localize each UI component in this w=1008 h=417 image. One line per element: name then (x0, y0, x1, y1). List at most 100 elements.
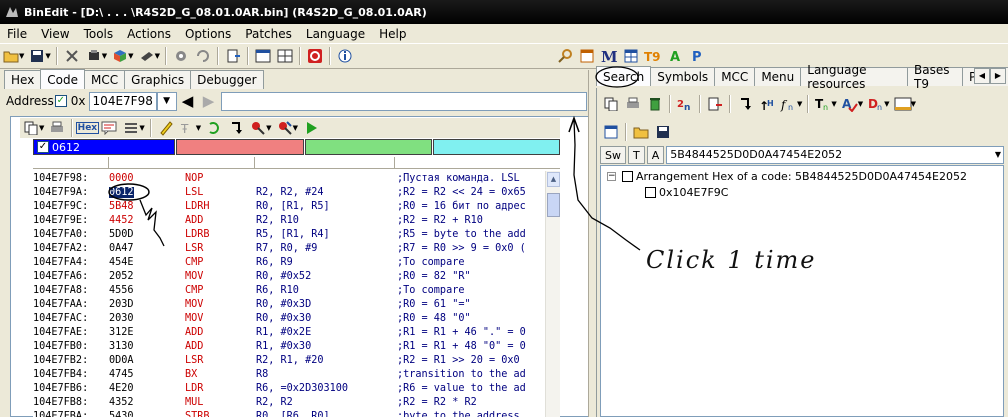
address-input[interactable]: 104E7F98 (88, 91, 157, 111)
listing-row[interactable]: 104E7FB2: 0D0A LSR R2, R1, #20 ;R2 = R1 >> 2… (33, 353, 545, 367)
scrollbar-thumb[interactable] (547, 193, 560, 217)
calendar-icon[interactable] (600, 121, 622, 143)
tab-mcc[interactable]: MCC (84, 70, 126, 89)
listing-row[interactable]: 104E7FA2: 0A47 LSR R7, R0, #9 ;R7 = R0 >> 9 … (33, 241, 545, 255)
jump-icon[interactable] (225, 117, 247, 139)
tree-root-node[interactable]: − Arrangement Hex of a code: 5B4844525D0… (607, 170, 967, 183)
patch-icon[interactable] (170, 45, 192, 67)
jump-icon[interactable] (734, 93, 756, 115)
tab-graphics[interactable]: Graphics (124, 70, 192, 89)
listing-scrollbar[interactable]: ▲ (545, 171, 560, 417)
hex-mode-icon[interactable]: Hex (75, 117, 100, 139)
m-icon[interactable]: M (598, 45, 620, 67)
listing-row[interactable]: 104E7FB0: 3130 ADD R1, #0x30 ;R1 = R1 + 48 "… (33, 339, 545, 353)
copy-icon[interactable] (600, 93, 622, 115)
listing-row[interactable]: 104E7F9A: 0612 LSL R2, R2, #24 ;R2 = R2 << 2… (33, 185, 545, 199)
listing-row[interactable]: 104E7F98: 0000 NOP ;Пустая команда. LSL (33, 171, 545, 185)
color-swatch-red[interactable] (176, 139, 304, 155)
chevron-down-icon[interactable]: ▼ (39, 124, 44, 132)
chevron-down-icon[interactable]: ▼ (858, 100, 863, 108)
hex-up-icon[interactable]: ↑ H (756, 93, 778, 115)
menu-tools[interactable]: Tools (77, 27, 121, 41)
pencil-icon[interactable] (155, 117, 177, 139)
menu-patches[interactable]: Patches (238, 27, 299, 41)
search-input[interactable]: 5B4844525D0D0A47454E2052 ▼ (666, 146, 1004, 164)
tab-hex[interactable]: Hex (4, 70, 42, 89)
column-comment[interactable] (395, 157, 560, 169)
print-icon[interactable] (46, 117, 68, 139)
color-swatch-cyan[interactable] (433, 139, 560, 155)
listing-row[interactable]: 104E7FB8: 4352 MUL R2, R2 ;R2 = R2 * R2 (33, 395, 545, 409)
tree-node-checkbox[interactable] (622, 171, 633, 182)
chevron-down-icon[interactable]: ▼ (19, 52, 24, 60)
run-icon[interactable] (300, 117, 322, 139)
chevron-down-icon[interactable]: ▼ (831, 100, 836, 108)
tab-code[interactable]: Code (40, 69, 86, 89)
search-mode-t-button[interactable]: T (627, 146, 645, 164)
menu-file[interactable]: File (0, 27, 34, 41)
language-a-icon[interactable]: A (664, 45, 686, 67)
tab-debugger[interactable]: Debugger (190, 70, 264, 89)
listing-row[interactable]: 104E7FAE: 312E ADD R1, #0x2E ;R1 = R1 + 46 "… (33, 325, 545, 339)
tab-language-resources[interactable]: Language resources (800, 63, 908, 91)
listing-row[interactable]: 104E7FB6: 4E20 LDR R6, =0x2D303100 ;R6 = val… (33, 381, 545, 395)
trash-icon[interactable] (644, 93, 666, 115)
tab-bases-t9[interactable]: Bases T9 (907, 63, 963, 91)
chevron-down-icon[interactable]: ▼ (196, 124, 201, 132)
table-icon[interactable] (620, 45, 642, 67)
tab-search[interactable]: Search (596, 66, 652, 86)
export-list-icon[interactable] (704, 93, 726, 115)
chevron-down-icon[interactable]: ▼ (797, 100, 802, 108)
p-icon[interactable]: P (686, 45, 708, 67)
chevron-down-icon[interactable]: ▼ (128, 52, 133, 60)
cycle-icon[interactable] (203, 117, 225, 139)
tree-node-checkbox[interactable] (645, 187, 656, 198)
listing-row[interactable]: 104E7F9C: 5B48 LDRH R0, [R1, R5] ;R0 = 16 би… (33, 199, 545, 213)
listing-row[interactable]: 104E7FA8: 4556 CMP R6, R10 ;To compare (33, 283, 545, 297)
tab-symbols[interactable]: Symbols (650, 67, 716, 86)
calendar-icon[interactable] (576, 45, 598, 67)
chevron-down-icon[interactable]: ▼ (293, 124, 298, 132)
menu-actions[interactable]: Actions (120, 27, 178, 41)
chevron-down-icon[interactable]: ▼ (884, 100, 889, 108)
chevron-down-icon[interactable]: ▼ (139, 124, 144, 132)
tab-scroll-left-icon[interactable]: ◀ (974, 68, 990, 84)
chevron-down-icon[interactable]: ▼ (155, 52, 160, 60)
forward-arrow-icon[interactable]: ▶ (199, 92, 219, 110)
window-split-icon[interactable] (252, 45, 274, 67)
listing-row[interactable]: 104E7F9E: 4452 ADD R2, R10 ;R2 = R2 + R10 (33, 213, 545, 227)
search-mode-sw-button[interactable]: Sw (600, 146, 626, 164)
color-swatch-blue[interactable]: ✓ 0612 (33, 139, 175, 155)
print-icon[interactable] (622, 93, 644, 115)
color-swatch-checkbox[interactable]: ✓ (37, 141, 49, 153)
number-search-icon[interactable]: 2n (674, 93, 696, 115)
magnifier-icon[interactable] (554, 45, 576, 67)
listing-row[interactable]: 104E7FA4: 454E CMP R6, R9 ;To compare (33, 255, 545, 269)
back-arrow-icon[interactable]: ◀ (177, 92, 199, 110)
menu-options[interactable]: Options (178, 27, 238, 41)
menu-help[interactable]: Help (372, 27, 413, 41)
grid-icon[interactable] (274, 45, 296, 67)
t9-icon[interactable]: T9 (642, 45, 664, 67)
tab-mcc[interactable]: MCC (714, 67, 756, 86)
column-instruction[interactable] (255, 157, 395, 169)
search-mode-a-button[interactable]: A (646, 146, 665, 164)
search-dropdown-icon[interactable]: ▼ (995, 150, 1001, 159)
listing-row[interactable]: 104E7FA0: 5D0D LDRB R5, [R1, R4] ;R5 = byte … (33, 227, 545, 241)
comment-icon[interactable] (98, 117, 120, 139)
pane-splitter[interactable] (588, 70, 594, 417)
tab-scroll-right-icon[interactable]: ▶ (990, 68, 1006, 84)
export-icon[interactable] (222, 45, 244, 67)
info-icon[interactable] (334, 45, 356, 67)
tools-icon[interactable] (61, 45, 83, 67)
disassembly-listing[interactable]: 104E7F98: 0000 NOP ;Пустая команда. LSL 104E… (33, 171, 545, 417)
collapse-icon[interactable]: − (607, 172, 616, 181)
scroll-up-icon[interactable]: ▲ (547, 172, 560, 187)
address-comment-field[interactable] (220, 91, 587, 111)
open-folder-icon[interactable] (630, 121, 652, 143)
listing-row[interactable]: 104E7FBA: 5430 STRB R0, [R6, R0] ;byte to th… (33, 409, 545, 417)
menu-language[interactable]: Language (299, 27, 372, 41)
listing-row[interactable]: 104E7FAA: 203D MOV R0, #0x3D ;R0 = 61 "=" (33, 297, 545, 311)
column-hex[interactable] (109, 157, 255, 169)
stop-icon[interactable] (304, 45, 326, 67)
